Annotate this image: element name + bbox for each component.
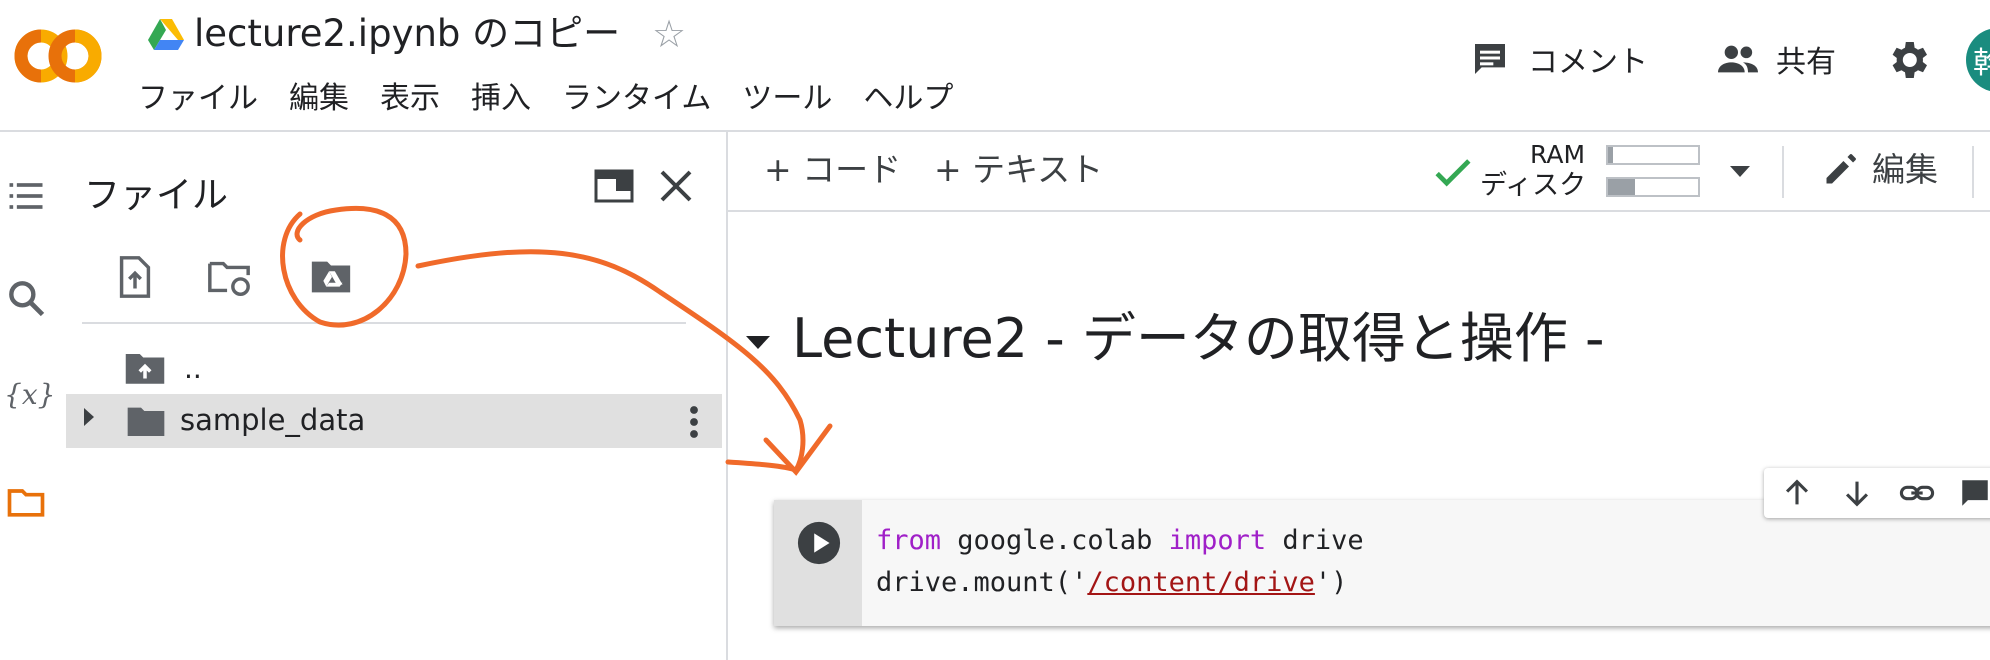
avatar[interactable]: 幹 [1966,28,1990,92]
folder-icon [127,407,165,436]
notebook-title[interactable]: lecture2.ipynb のコピー [194,10,620,58]
open-in-tab-icon[interactable] [594,168,634,204]
avatar-letter: 幹 [1973,46,1990,81]
link-icon[interactable] [1898,476,1936,510]
table-of-contents-icon[interactable] [4,174,48,218]
move-up-icon[interactable] [1780,476,1814,510]
menu-view[interactable]: 表示 [380,80,440,118]
menu-tools[interactable]: ツール [742,80,832,118]
people-icon [1718,45,1758,73]
google-drive-icon [148,19,184,50]
ram-meter-fill [1608,147,1613,163]
search-icon[interactable] [4,276,48,320]
menu-runtime[interactable]: ランタイム [562,80,711,118]
colab-logo[interactable] [12,26,104,86]
file-name-label: sample_data [180,403,366,437]
parent-directory-row[interactable]: .. [124,348,202,388]
run-cell-icon[interactable] [796,520,842,566]
mount-drive-icon[interactable] [308,254,354,300]
close-icon[interactable] [656,166,696,206]
comment-icon[interactable] [1958,476,1990,510]
pencil-icon [1826,154,1856,184]
code-token: drive.mount(' [876,567,1088,598]
parent-directory-label: .. [184,351,202,385]
edit-label: 編集 [1872,150,1938,189]
code-string: /content/drive [1087,567,1315,598]
runtime-dropdown-icon[interactable] [1730,166,1750,177]
code-keyword: from [876,525,942,556]
add-code-button[interactable]: + コード [764,148,901,192]
code-editor[interactable]: from google.colab import drive drive.mou… [876,520,1364,604]
move-down-icon[interactable] [1840,476,1874,510]
expand-arrow-icon[interactable] [84,408,94,426]
ram-label: RAM [1530,140,1586,169]
toolbar-separator [1972,146,1974,198]
add-text-button[interactable]: + テキスト [934,148,1103,192]
share-button[interactable]: 共有 [1716,34,1836,84]
section-heading: Lecture2 - データの取得と操作 - [792,307,1605,370]
upload-file-icon[interactable] [112,254,158,300]
annotation-arrowhead [763,423,833,476]
star-icon[interactable]: ☆ [652,12,686,56]
menu-edit[interactable]: 編集 [289,80,349,118]
disk-meter-fill [1608,179,1635,195]
more-vertical-icon[interactable] [686,404,702,440]
toolbar-bottom-divider [728,210,1990,212]
toolbar-divider [82,322,686,324]
share-label: 共有 [1776,45,1836,80]
disk-meter[interactable] [1606,177,1700,197]
folder-icon[interactable] [4,480,48,524]
gear-icon[interactable] [1884,36,1932,84]
edit-button[interactable]: 編集 [1822,148,1938,192]
code-token: ') [1314,567,1348,598]
code-token: google.colab [941,525,1169,556]
variables-icon[interactable]: {x} [4,378,55,411]
cell-toolbar [1764,468,1990,518]
code-token: drive [1266,525,1364,556]
refresh-folder-icon[interactable] [206,254,252,300]
code-keyword: import [1168,525,1267,556]
menu-help[interactable]: ヘルプ [863,80,953,118]
comment-label: コメント [1528,45,1648,80]
comment-icon [1475,44,1505,74]
comment-button[interactable]: コメント [1470,34,1648,84]
disk-label: ディスク [1480,170,1587,201]
ram-meter[interactable] [1606,145,1700,165]
menu-insert[interactable]: 挿入 [471,80,531,118]
file-panel-title: ファイル [84,175,229,216]
check-icon [1435,159,1471,187]
collapse-section-icon[interactable] [746,336,770,349]
folder-up-icon [125,354,165,384]
toolbar-separator [1782,146,1784,198]
menu-bar: ファイル 編集 表示 挿入 ランタイム ツール ヘルプ [138,80,984,118]
header-divider [0,130,1990,132]
menu-file[interactable]: ファイル [138,80,258,118]
